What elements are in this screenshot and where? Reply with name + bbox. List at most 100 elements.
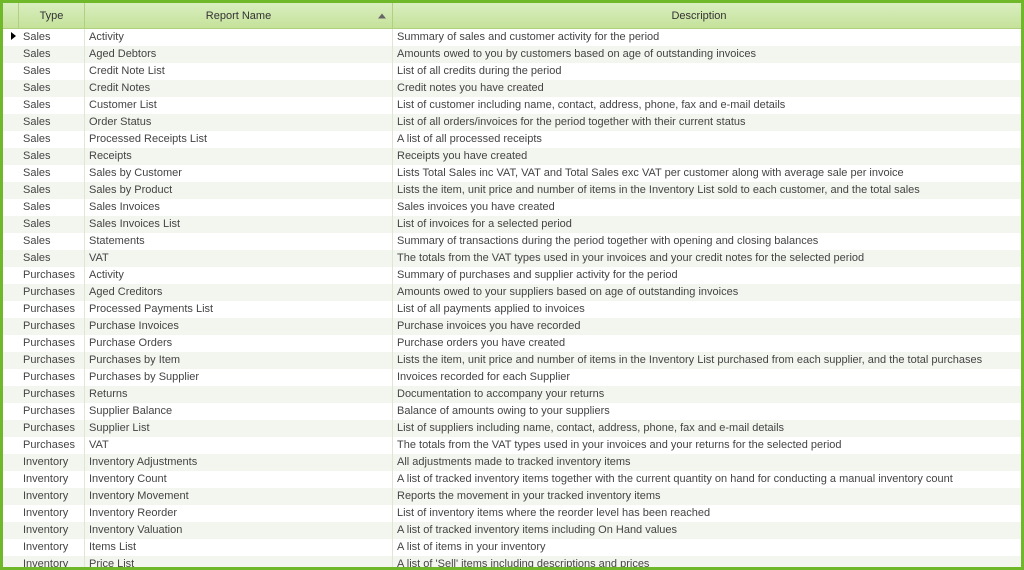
table-row[interactable]: PurchasesProcessed Payments ListList of … [3,301,1021,318]
cell-report-name: Aged Debtors [85,46,393,63]
table-row[interactable]: SalesActivitySummary of sales and custom… [3,29,1021,46]
cell-report-name: Purchase Orders [85,335,393,352]
table-row[interactable]: InventoryInventory MovementReports the m… [3,488,1021,505]
cell-report-name: Credit Note List [85,63,393,80]
table-row[interactable]: SalesSales InvoicesSales invoices you ha… [3,199,1021,216]
cell-report-name: Items List [85,539,393,556]
cell-type: Sales [19,182,85,199]
cell-description: Summary of purchases and supplier activi… [393,267,1021,284]
cell-description: Purchase invoices you have recorded [393,318,1021,335]
cell-type: Sales [19,29,85,46]
table-row[interactable]: SalesReceiptsReceipts you have created [3,148,1021,165]
cell-report-name: VAT [85,437,393,454]
cell-report-name: VAT [85,250,393,267]
table-row[interactable]: InventoryInventory CountA list of tracke… [3,471,1021,488]
cell-description: A list of tracked inventory items togeth… [393,471,1021,488]
table-row[interactable]: SalesSales Invoices ListList of invoices… [3,216,1021,233]
cell-description: List of all credits during the period [393,63,1021,80]
cell-report-name: Activity [85,29,393,46]
table-row[interactable]: PurchasesSupplier BalanceBalance of amou… [3,403,1021,420]
cell-report-name: Sales Invoices [85,199,393,216]
cell-description: Receipts you have created [393,148,1021,165]
column-header-report-name[interactable]: Report Name [85,3,393,28]
column-header-description[interactable]: Description [393,3,1021,28]
table-row[interactable]: SalesSales by ProductLists the item, uni… [3,182,1021,199]
table-row[interactable]: SalesCustomer ListList of customer inclu… [3,97,1021,114]
cell-description: Purchase orders you have created [393,335,1021,352]
table-row[interactable]: SalesSales by CustomerLists Total Sales … [3,165,1021,182]
grid-header: Type Report Name Description [3,3,1021,29]
table-row[interactable]: SalesProcessed Receipts ListA list of al… [3,131,1021,148]
table-row[interactable]: SalesVATThe totals from the VAT types us… [3,250,1021,267]
cell-description: Invoices recorded for each Supplier [393,369,1021,386]
cell-report-name: Supplier List [85,420,393,437]
cell-description: Lists the item, unit price and number of… [393,182,1021,199]
cell-report-name: Sales by Customer [85,165,393,182]
cell-type: Sales [19,80,85,97]
column-header-indicator[interactable] [3,3,19,28]
cell-description: Sales invoices you have created [393,199,1021,216]
cell-type: Sales [19,46,85,63]
cell-report-name: Inventory Valuation [85,522,393,539]
cell-type: Purchases [19,352,85,369]
table-row[interactable]: SalesAged DebtorsAmounts owed to you by … [3,46,1021,63]
table-row[interactable]: PurchasesReturnsDocumentation to accompa… [3,386,1021,403]
cell-report-name: Supplier Balance [85,403,393,420]
cell-report-name: Returns [85,386,393,403]
table-row[interactable]: SalesOrder StatusList of all orders/invo… [3,114,1021,131]
table-row[interactable]: InventoryInventory ValuationA list of tr… [3,522,1021,539]
cell-type: Inventory [19,454,85,471]
sort-ascending-icon [378,13,386,18]
cell-report-name: Aged Creditors [85,284,393,301]
grid-body: SalesActivitySummary of sales and custom… [3,29,1021,570]
cell-type: Sales [19,216,85,233]
cell-report-name: Sales by Product [85,182,393,199]
cell-report-name: Purchases by Item [85,352,393,369]
cell-description: A list of 'Sell' items including descrip… [393,556,1021,570]
cell-description: Summary of transactions during the perio… [393,233,1021,250]
cell-report-name: Price List [85,556,393,570]
table-row[interactable]: PurchasesVATThe totals from the VAT type… [3,437,1021,454]
cell-type: Purchases [19,420,85,437]
table-row[interactable]: SalesStatementsSummary of transactions d… [3,233,1021,250]
table-row[interactable]: InventoryInventory ReorderList of invent… [3,505,1021,522]
table-row[interactable]: InventoryInventory AdjustmentsAll adjust… [3,454,1021,471]
cell-description: List of invoices for a selected period [393,216,1021,233]
table-row[interactable]: PurchasesPurchase OrdersPurchase orders … [3,335,1021,352]
cell-type: Purchases [19,335,85,352]
table-row[interactable]: SalesCredit Note ListList of all credits… [3,63,1021,80]
cell-type: Purchases [19,284,85,301]
cell-report-name: Purchase Invoices [85,318,393,335]
table-row[interactable]: SalesCredit NotesCredit notes you have c… [3,80,1021,97]
cell-description: List of customer including name, contact… [393,97,1021,114]
cell-report-name: Customer List [85,97,393,114]
cell-description: Amounts owed to your suppliers based on … [393,284,1021,301]
cell-report-name: Inventory Reorder [85,505,393,522]
cell-type: Sales [19,165,85,182]
cell-description: All adjustments made to tracked inventor… [393,454,1021,471]
cell-type: Purchases [19,386,85,403]
cell-description: A list of items in your inventory [393,539,1021,556]
table-row[interactable]: PurchasesActivitySummary of purchases an… [3,267,1021,284]
cell-description: List of suppliers including name, contac… [393,420,1021,437]
cell-report-name: Inventory Count [85,471,393,488]
cell-type: Inventory [19,539,85,556]
table-row[interactable]: PurchasesSupplier ListList of suppliers … [3,420,1021,437]
cell-description: The totals from the VAT types used in yo… [393,250,1021,267]
column-header-type[interactable]: Type [19,3,85,28]
cell-description: Credit notes you have created [393,80,1021,97]
table-row[interactable]: PurchasesAged CreditorsAmounts owed to y… [3,284,1021,301]
table-row[interactable]: PurchasesPurchases by SupplierInvoices r… [3,369,1021,386]
cell-type: Purchases [19,267,85,284]
cell-type: Inventory [19,522,85,539]
table-row[interactable]: PurchasesPurchase InvoicesPurchase invoi… [3,318,1021,335]
cell-description: Lists Total Sales inc VAT, VAT and Total… [393,165,1021,182]
table-row[interactable]: PurchasesPurchases by ItemLists the item… [3,352,1021,369]
table-row[interactable]: InventoryPrice ListA list of 'Sell' item… [3,556,1021,570]
cell-description: Documentation to accompany your returns [393,386,1021,403]
cell-description: Summary of sales and customer activity f… [393,29,1021,46]
cell-type: Sales [19,97,85,114]
cell-type: Inventory [19,505,85,522]
cell-type: Purchases [19,318,85,335]
table-row[interactable]: InventoryItems ListA list of items in yo… [3,539,1021,556]
